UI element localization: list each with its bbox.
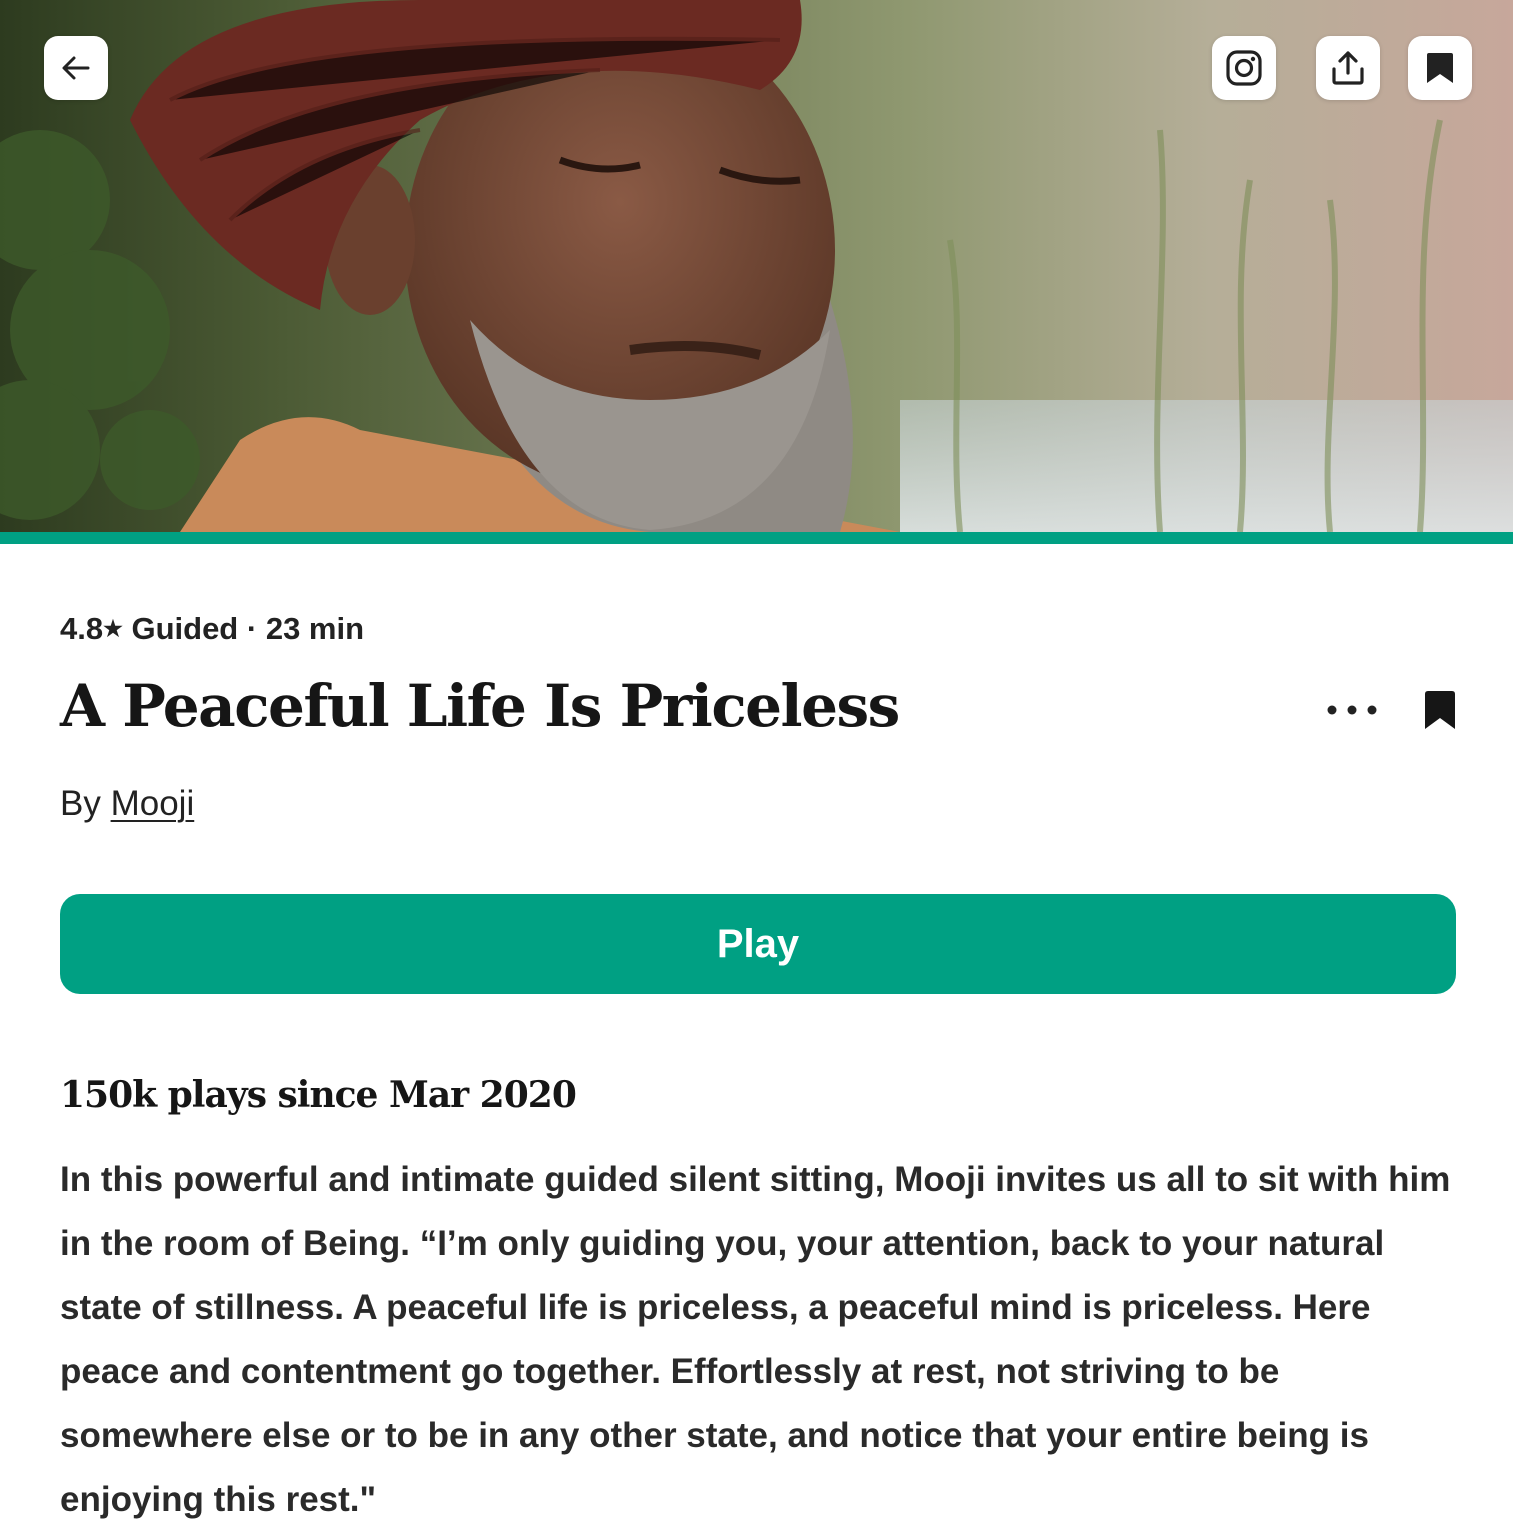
meditation-duration: 23 min	[265, 611, 365, 646]
meditation-meta: 4.8★ Guided · 23 min	[60, 611, 364, 647]
star-icon: ★	[103, 616, 123, 641]
more-options-button[interactable]	[1322, 690, 1382, 730]
page-title: A Peaceful Life Is Priceless	[60, 672, 900, 740]
more-horizontal-icon	[1327, 705, 1377, 715]
save-button[interactable]	[1408, 36, 1472, 100]
hero-photo-illustration	[0, 0, 1513, 532]
playback-progress-fill	[0, 532, 1513, 544]
author-link[interactable]: Mooji	[111, 784, 195, 823]
playback-progress-bar	[0, 532, 1513, 544]
instagram-share-button[interactable]	[1212, 36, 1276, 100]
arrow-left-icon	[62, 56, 90, 80]
share-button[interactable]	[1316, 36, 1380, 100]
bookmark-icon	[1425, 691, 1455, 729]
byline: By Mooji	[60, 784, 194, 824]
byline-prefix: By	[60, 784, 101, 823]
bookmark-button[interactable]	[1418, 686, 1462, 734]
plays-count: 150k plays since Mar 2020	[60, 1074, 577, 1116]
back-button[interactable]	[44, 36, 108, 100]
hero-image	[0, 0, 1513, 532]
meta-separator: ·	[246, 611, 258, 646]
rating-value: 4.8	[60, 611, 104, 646]
share-icon	[1332, 51, 1364, 85]
play-button[interactable]: Play	[60, 894, 1456, 994]
description-text: In this powerful and intimate guided sil…	[60, 1160, 1451, 1519]
instagram-icon	[1226, 50, 1262, 86]
meditation-type: Guided	[131, 611, 239, 646]
meditation-detail-page: 4.8★ Guided · 23 min A Peaceful Life Is …	[0, 0, 1513, 1531]
bookmark-icon	[1427, 53, 1453, 83]
